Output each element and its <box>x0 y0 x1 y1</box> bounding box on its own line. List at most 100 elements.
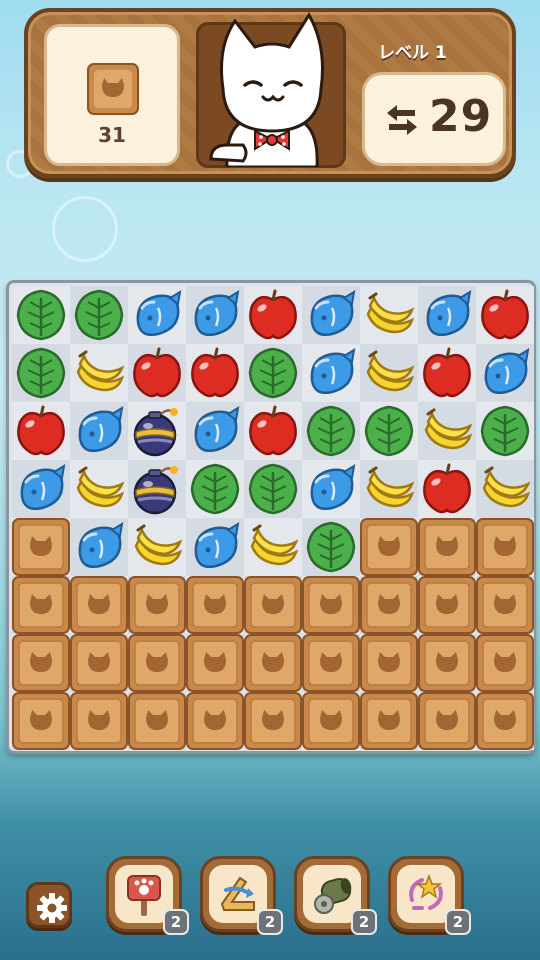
fish-piece-icon <box>186 286 244 344</box>
booster-paw-hammer[interactable]: 2 <box>106 856 189 935</box>
board-cell[interactable] <box>476 344 534 402</box>
moves-panel: 29 <box>362 72 506 166</box>
board-cell[interactable] <box>476 402 534 460</box>
fish-piece-icon <box>12 460 70 518</box>
crate-piece-icon <box>418 576 476 634</box>
board-cell[interactable] <box>244 402 302 460</box>
board-cell[interactable] <box>302 402 360 460</box>
fish-piece-icon <box>302 344 360 402</box>
crate-piece-icon <box>244 576 302 634</box>
board-cell[interactable] <box>70 692 128 750</box>
board-cell[interactable] <box>418 518 476 576</box>
board-cell[interactable] <box>244 634 302 692</box>
board-cell[interactable] <box>12 518 70 576</box>
board-cell[interactable] <box>360 402 418 460</box>
board-cell[interactable] <box>418 402 476 460</box>
board-cell[interactable] <box>244 286 302 344</box>
fish-piece-icon <box>418 286 476 344</box>
crate-piece-icon <box>186 576 244 634</box>
board-cell[interactable] <box>476 576 534 634</box>
crate-piece-icon <box>302 576 360 634</box>
board-cell[interactable] <box>418 344 476 402</box>
board-cell[interactable] <box>360 576 418 634</box>
board-cell[interactable] <box>70 402 128 460</box>
board-cell[interactable] <box>70 576 128 634</box>
board-cell[interactable] <box>186 402 244 460</box>
board-cell[interactable] <box>302 460 360 518</box>
settings-button[interactable] <box>26 882 72 928</box>
leaf-piece-icon <box>12 344 70 402</box>
board-cell[interactable] <box>418 576 476 634</box>
board-cell[interactable] <box>70 518 128 576</box>
board-cell[interactable] <box>12 634 70 692</box>
fish-piece-icon <box>186 518 244 576</box>
board-cell[interactable] <box>128 460 186 518</box>
board-cell[interactable] <box>128 634 186 692</box>
crate-piece-icon <box>360 634 418 692</box>
board-cell[interactable] <box>128 576 186 634</box>
board-cell[interactable] <box>418 286 476 344</box>
board-cell[interactable] <box>302 692 360 750</box>
board-cell[interactable] <box>128 518 186 576</box>
board-cell[interactable] <box>186 576 244 634</box>
gear-icon <box>37 893 67 923</box>
booster-boomerang[interactable]: 2 <box>200 856 283 935</box>
board-cell[interactable] <box>302 634 360 692</box>
board-cell[interactable] <box>128 344 186 402</box>
board-cell[interactable] <box>360 460 418 518</box>
leaf-piece-icon <box>302 402 360 460</box>
board-cell[interactable] <box>186 692 244 750</box>
leaf-piece-icon <box>476 402 534 460</box>
board-cell[interactable] <box>12 576 70 634</box>
board-cell[interactable] <box>418 692 476 750</box>
crate-piece-icon <box>418 692 476 750</box>
board-cell[interactable] <box>360 692 418 750</box>
board-cell[interactable] <box>70 344 128 402</box>
board-cell[interactable] <box>128 402 186 460</box>
board-cell[interactable] <box>12 344 70 402</box>
board-cell[interactable] <box>128 692 186 750</box>
board-cell[interactable] <box>244 518 302 576</box>
board-cell[interactable] <box>302 344 360 402</box>
board-cell[interactable] <box>302 518 360 576</box>
board-cell[interactable] <box>360 286 418 344</box>
board-cell[interactable] <box>476 518 534 576</box>
board-cell[interactable] <box>244 576 302 634</box>
board-cell[interactable] <box>186 344 244 402</box>
booster-cannon[interactable]: 2 <box>294 856 377 935</box>
board-cell[interactable] <box>12 286 70 344</box>
board-cell[interactable] <box>302 576 360 634</box>
booster-count: 2 <box>445 909 471 935</box>
board-cell[interactable] <box>418 460 476 518</box>
booster-star-shuffle[interactable]: 2 <box>388 856 471 935</box>
board-cell[interactable] <box>12 460 70 518</box>
board-cell[interactable] <box>302 286 360 344</box>
crate-piece-icon <box>12 518 70 576</box>
board-cell[interactable] <box>70 286 128 344</box>
board-cell[interactable] <box>186 634 244 692</box>
board-cell[interactable] <box>476 634 534 692</box>
board-cell[interactable] <box>360 344 418 402</box>
board-cell[interactable] <box>244 344 302 402</box>
apple-piece-icon <box>244 286 302 344</box>
board-cell[interactable] <box>12 692 70 750</box>
board-cell[interactable] <box>418 634 476 692</box>
crate-piece-icon <box>70 692 128 750</box>
board-cell[interactable] <box>70 460 128 518</box>
board-cell[interactable] <box>360 518 418 576</box>
crate-piece-icon <box>128 692 186 750</box>
board-cell[interactable] <box>476 286 534 344</box>
banana-piece-icon <box>360 344 418 402</box>
board-cell[interactable] <box>476 692 534 750</box>
board-cell[interactable] <box>70 634 128 692</box>
board-cell[interactable] <box>476 460 534 518</box>
board-cell[interactable] <box>186 460 244 518</box>
board-cell[interactable] <box>244 460 302 518</box>
board-cell[interactable] <box>12 402 70 460</box>
board-cell[interactable] <box>186 518 244 576</box>
star-shuffle-icon <box>409 873 443 910</box>
board-cell[interactable] <box>186 286 244 344</box>
board-cell[interactable] <box>360 634 418 692</box>
board-cell[interactable] <box>128 286 186 344</box>
board-cell[interactable] <box>244 692 302 750</box>
